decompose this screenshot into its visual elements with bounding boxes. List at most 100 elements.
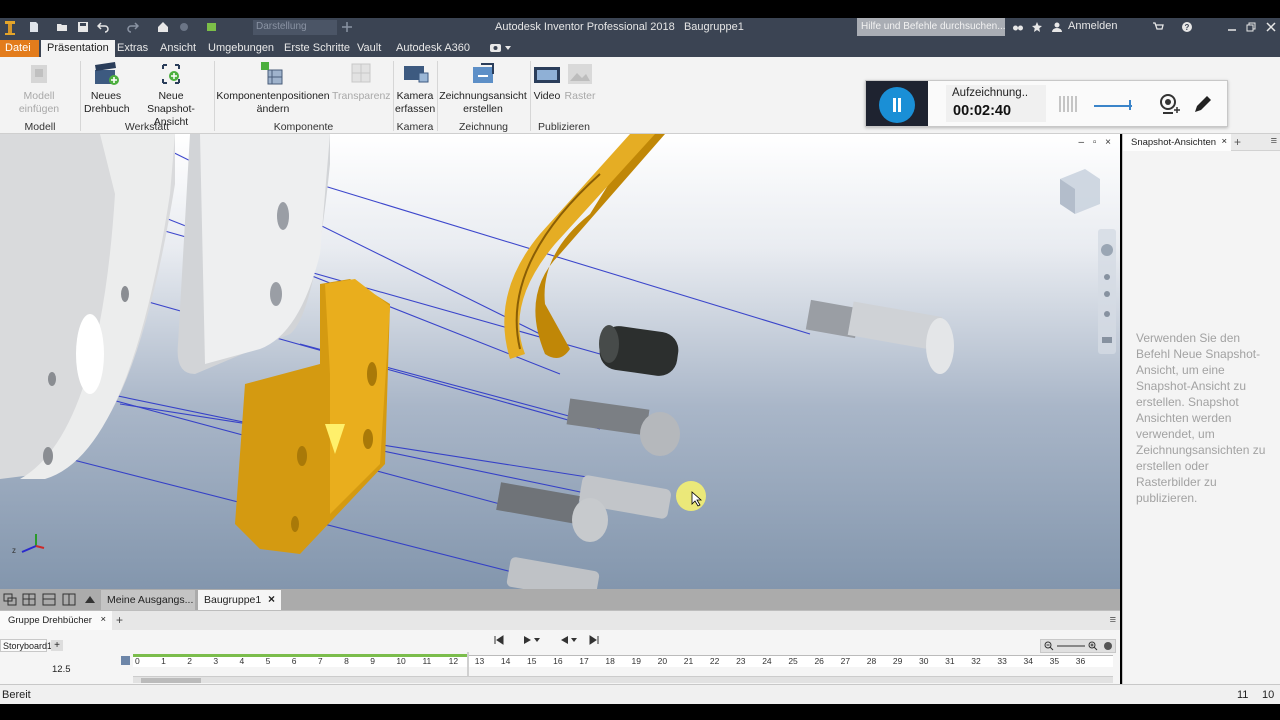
timeline-scrollbar[interactable]	[133, 676, 1113, 683]
close-panel-icon[interactable]: ×	[1221, 136, 1227, 147]
close-window-icon[interactable]	[1265, 21, 1277, 33]
tab-list-arrow-icon[interactable]	[84, 594, 96, 604]
snapshot-hint-text: Verwenden Sie den Befehl Neue Snapshot-A…	[1136, 331, 1266, 505]
new-storyboard-button[interactable]: Neues Drehbuch	[84, 61, 130, 116]
svg-text:?: ?	[1185, 23, 1190, 32]
ruler-tick: 25	[788, 656, 798, 666]
webcam-icon[interactable]	[1158, 93, 1182, 115]
add-panel-icon[interactable]: +	[1234, 135, 1241, 149]
tab-presentation[interactable]: Präsentation	[41, 40, 115, 57]
open-folder-icon[interactable]	[56, 21, 68, 33]
group-label-camera: Kamera	[396, 121, 434, 133]
close-storyboard-panel-icon[interactable]: ×	[100, 614, 106, 625]
add-storyboard-icon[interactable]: +	[51, 640, 63, 651]
video-dropdown-icon[interactable]	[490, 43, 512, 53]
graphics-viewport[interactable]: z – ▫ ×	[0, 134, 1120, 589]
appearance-dropdown[interactable]: Darstellung	[253, 20, 337, 35]
save-icon[interactable]	[77, 21, 89, 33]
binoculars-icon[interactable]	[1012, 21, 1024, 33]
go-to-start-icon[interactable]	[494, 635, 504, 645]
storyboard-menu-icon[interactable]: ≡	[1110, 614, 1116, 626]
ruler-tick: 12	[448, 656, 459, 666]
playhead[interactable]	[467, 652, 469, 676]
undo-icon[interactable]	[97, 21, 109, 33]
tile-windows-icon[interactable]	[22, 593, 36, 606]
recording-status: Aufzeichnung..	[952, 87, 1029, 99]
home-icon[interactable]	[157, 21, 169, 33]
zoom-out-icon[interactable]	[1044, 641, 1054, 651]
inventor-logo-icon[interactable]	[4, 20, 16, 36]
ruler-tick: 10	[396, 656, 406, 666]
raster-publish-button[interactable]: Raster	[563, 61, 597, 103]
add-icon[interactable]	[341, 21, 353, 33]
material-icon[interactable]	[178, 21, 190, 33]
zoom-in-icon[interactable]	[1088, 641, 1098, 651]
file-menu-tab[interactable]: Datei	[0, 40, 39, 57]
panel-menu-icon[interactable]: ≡	[1271, 135, 1277, 147]
pen-annotate-icon[interactable]	[1192, 93, 1214, 115]
pause-recording-button[interactable]	[879, 87, 915, 123]
redo-icon[interactable]	[127, 21, 139, 33]
axis-triad-icon: z	[12, 534, 45, 555]
audio-level-icon	[1059, 96, 1077, 112]
storyboard-group-tab[interactable]: Gruppe Drehbücher ×	[0, 611, 112, 631]
ruler-tick: 16	[553, 656, 563, 666]
snapshot-views-tab[interactable]: Snapshot-Ansichten ×	[1123, 134, 1231, 151]
transparency-icon	[351, 63, 371, 83]
group-label-model: Modell	[24, 121, 56, 133]
video-publish-button[interactable]: Video	[532, 61, 562, 103]
time-ruler[interactable]: 0 1 2 3 4 5 6 7 8 9 10 11 12 13 14 15 16 17 18 19 20 21 22 23 24…	[133, 654, 1113, 667]
volume-slider[interactable]	[1092, 97, 1136, 111]
timeline-scroll-thumb[interactable]	[141, 678, 201, 683]
cart-icon[interactable]	[1152, 21, 1164, 33]
ruler-tick: 30	[919, 656, 929, 666]
create-drawing-view-button[interactable]: Zeichnungsansicht erstellen	[439, 61, 527, 116]
zoom-fit-icon[interactable]	[1103, 641, 1113, 651]
user-icon[interactable]	[1051, 21, 1063, 33]
insert-model-icon	[31, 65, 47, 83]
document-tab-bar: Meine Ausgangs... Baugruppe1 ×	[0, 589, 1120, 610]
viewport-window-controls[interactable]: – ▫ ×	[1078, 137, 1114, 148]
help-search-input[interactable]: Hilfe und Befehle durchsuchen...	[857, 18, 1005, 36]
favorites-star-icon[interactable]	[1031, 21, 1043, 33]
update-icon[interactable]	[206, 21, 218, 33]
minimize-window-icon[interactable]	[1226, 21, 1238, 33]
tab-a360[interactable]: Autodesk A360	[390, 40, 476, 57]
signin-link[interactable]: Anmelden	[1068, 20, 1118, 36]
tab-getting-started[interactable]: Erste Schritte	[278, 40, 356, 57]
tile-horizontal-icon[interactable]	[42, 593, 56, 606]
add-storyboard-panel-icon[interactable]: +	[116, 613, 123, 627]
rubber-pin-part	[599, 325, 679, 376]
zoom-controls[interactable]	[1040, 639, 1116, 653]
capture-camera-button[interactable]: Kamera erfassen	[395, 61, 435, 116]
close-tab-icon[interactable]: ×	[268, 592, 275, 606]
title-bar: Darstellung Autodesk Inventor Profession…	[0, 18, 1280, 38]
tab-vault[interactable]: Vault	[351, 40, 387, 57]
viewcube-icon[interactable]	[1060, 169, 1100, 214]
transparency-button[interactable]: Transparenz	[332, 61, 391, 103]
tab-view[interactable]: Ansicht	[154, 40, 202, 57]
tweak-components-button[interactable]: Komponentenpositionen ändern	[216, 61, 330, 116]
insert-model-button[interactable]: Modell einfügen	[2, 61, 76, 116]
storyboard-timeline: Storyboard1 + 12.5 0 1 2 3 4 5 6 7 8 9 10 11 12 13 14 1…	[0, 630, 1120, 684]
document-tab-start[interactable]: Meine Ausgangs...	[101, 590, 195, 610]
tab-extras[interactable]: Extras	[111, 40, 154, 57]
document-tab-assembly[interactable]: Baugruppe1 ×	[198, 590, 281, 610]
tile-vertical-icon[interactable]	[62, 593, 76, 606]
ruler-tick: 0	[135, 656, 140, 666]
ruler-tick: 9	[370, 656, 375, 666]
new-file-icon[interactable]	[28, 21, 40, 33]
middle-plate-part	[177, 134, 330, 374]
play-reverse-icon[interactable]	[560, 635, 578, 645]
storyboard-tab[interactable]: Storyboard1	[0, 639, 52, 652]
restore-window-icon[interactable]	[1245, 21, 1257, 33]
cascade-windows-icon[interactable]	[3, 593, 17, 606]
new-snapshot-button[interactable]: Neue Snapshot-Ansicht	[130, 61, 212, 129]
play-forward-icon[interactable]	[523, 635, 541, 645]
navigation-bar[interactable]	[1098, 229, 1116, 354]
go-to-end-icon[interactable]	[589, 635, 599, 645]
ruler-tick: 17	[579, 656, 589, 666]
tab-environments[interactable]: Umgebungen	[202, 40, 280, 57]
ruler-tick: 8	[344, 656, 349, 666]
help-icon[interactable]: ?	[1181, 21, 1193, 33]
